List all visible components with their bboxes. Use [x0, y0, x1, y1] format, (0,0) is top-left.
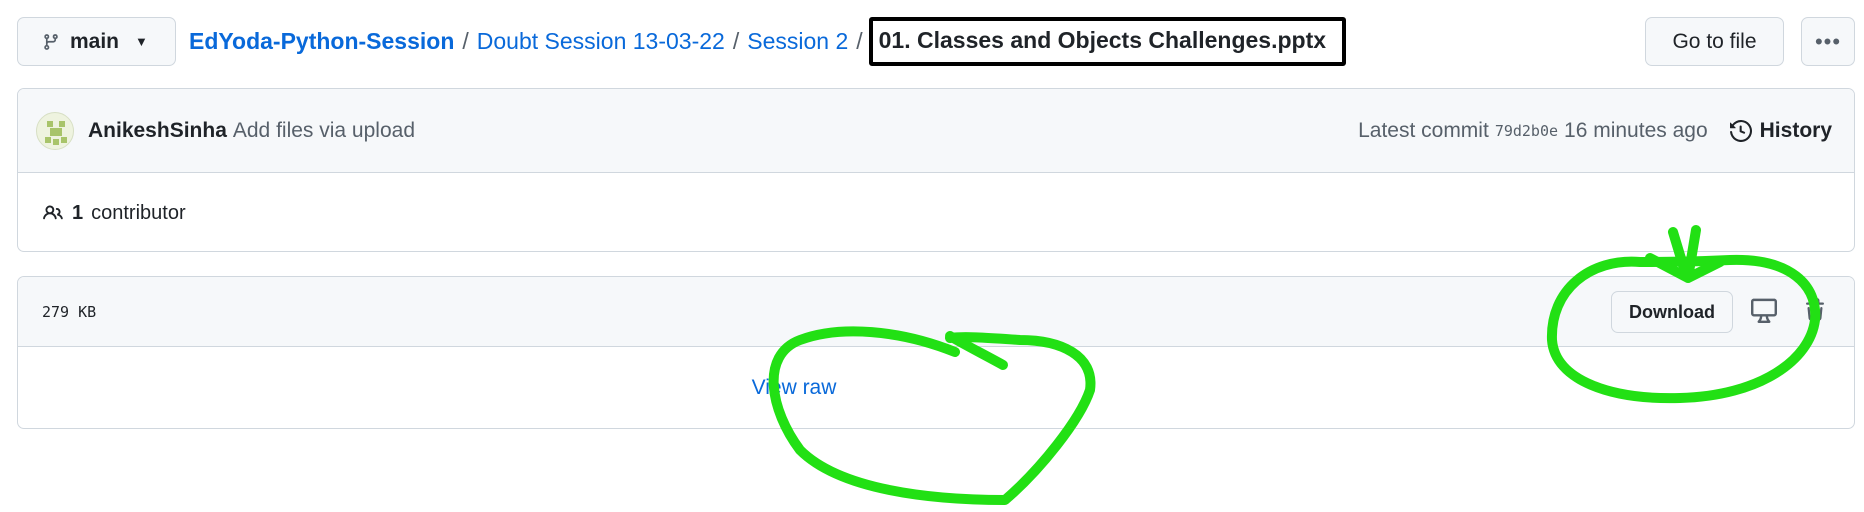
- contributors-row[interactable]: 1 contributor: [18, 173, 1854, 251]
- history-link[interactable]: History: [1729, 118, 1832, 143]
- contributor-label: contributor: [91, 201, 186, 224]
- file-header: 279 KB Download: [18, 277, 1854, 347]
- branch-select-button[interactable]: main ▼: [17, 17, 176, 66]
- trash-icon[interactable]: [1803, 297, 1827, 323]
- commit-author-link[interactable]: AnikeshSinha: [88, 119, 227, 143]
- file-size: 279 KB: [42, 302, 97, 321]
- file-viewer: 279 KB Download View raw: [17, 276, 1855, 429]
- file-navigation-bar: main ▼ EdYoda-Python-Session / Doubt Ses…: [17, 17, 1855, 66]
- commit-sha-link[interactable]: 79d2b0e: [1495, 122, 1558, 140]
- contributor-count: 1: [72, 201, 84, 224]
- breadcrumb-separator: /: [732, 28, 740, 54]
- breadcrumb-folder-link[interactable]: Doubt Session 13-03-22: [477, 28, 725, 55]
- avatar[interactable]: [36, 111, 74, 150]
- kebab-horizontal-icon: •••: [1814, 28, 1842, 54]
- go-to-file-button[interactable]: Go to file: [1645, 17, 1784, 66]
- branch-label: main: [70, 29, 120, 53]
- commit-meta: Latest commit 79d2b0e 16 minutes ago His…: [1358, 119, 1832, 143]
- breadcrumb-repo-link[interactable]: EdYoda-Python-Session: [189, 28, 454, 55]
- commit-message[interactable]: Add files via upload: [233, 119, 415, 143]
- commit-row: AnikeshSinha Add files via upload Latest…: [18, 89, 1854, 173]
- commit-time: 16 minutes ago: [1564, 118, 1708, 142]
- git-branch-icon: [44, 33, 58, 50]
- latest-commit-label: Latest commit: [1358, 118, 1489, 142]
- breadcrumb: EdYoda-Python-Session / Doubt Session 13…: [189, 17, 1347, 66]
- breadcrumb-separator: /: [462, 28, 469, 54]
- breadcrumb-current-file: 01. Classes and Objects Challenges.pptx: [868, 17, 1347, 66]
- file-body: View raw: [18, 347, 1854, 428]
- history-label: History: [1759, 118, 1832, 142]
- breadcrumb-separator: /: [856, 28, 863, 54]
- latest-commit-box: AnikeshSinha Add files via upload Latest…: [17, 88, 1855, 252]
- download-button[interactable]: Download: [1611, 291, 1733, 333]
- people-icon: [43, 205, 63, 220]
- breadcrumb-folder-link[interactable]: Session 2: [747, 28, 848, 55]
- chevron-down-icon: ▼: [135, 34, 148, 49]
- annotation-overlay: [768, 225, 1821, 505]
- history-icon: [1729, 119, 1752, 142]
- desktop-icon[interactable]: [1751, 297, 1777, 323]
- more-options-button[interactable]: •••: [1801, 17, 1855, 66]
- view-raw-link[interactable]: View raw: [752, 376, 837, 400]
